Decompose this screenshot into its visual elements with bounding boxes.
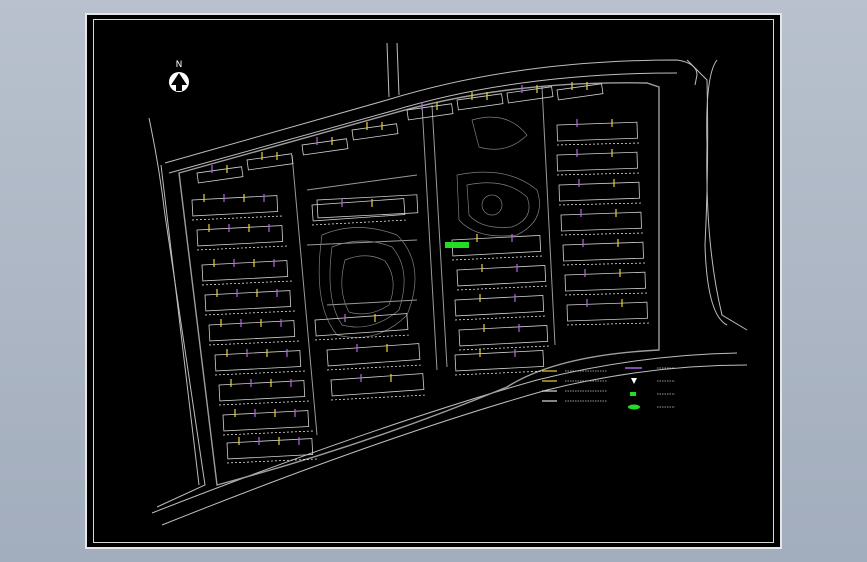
pipe-line	[311, 219, 408, 226]
pipe-line	[326, 364, 423, 371]
pipe-line	[330, 394, 427, 401]
outer-roads	[148, 42, 748, 526]
building-block	[458, 324, 549, 347]
building-block	[314, 313, 409, 337]
pipe-line	[218, 400, 310, 406]
pipe-line	[201, 280, 293, 286]
building-block	[406, 103, 454, 121]
building-block	[214, 350, 302, 372]
drawing-sheet[interactable]: N	[85, 13, 782, 549]
site-boundary	[178, 82, 660, 486]
building-block	[226, 438, 314, 460]
building-block	[456, 264, 547, 287]
building-block	[454, 349, 545, 372]
building-block	[560, 211, 642, 232]
building-block	[208, 320, 296, 342]
building-block	[196, 225, 284, 247]
north-label: N	[176, 60, 183, 70]
pipe-line	[556, 142, 640, 146]
residential-buildings	[191, 83, 648, 460]
legend-symbol	[631, 378, 637, 384]
building-block	[558, 181, 640, 202]
building-block	[556, 83, 604, 101]
pipe-line	[562, 262, 646, 266]
highlight-marker	[445, 242, 469, 248]
site-plan-drawing: N	[148, 42, 748, 526]
building-block	[330, 373, 425, 397]
pipe-line	[451, 255, 543, 261]
building-block	[556, 121, 638, 142]
pipe-line	[226, 458, 318, 464]
building-block	[218, 380, 306, 402]
building-block	[556, 151, 638, 172]
pipe-line	[458, 345, 550, 351]
pipe-annotations	[191, 82, 650, 464]
building-block	[201, 260, 289, 282]
building-block	[564, 271, 646, 292]
pipe-line	[558, 202, 642, 206]
pipe-line	[208, 340, 300, 346]
pipe-line	[566, 322, 650, 326]
pipe-line	[564, 292, 648, 296]
building-block	[301, 138, 349, 156]
pipe-line	[556, 172, 640, 176]
pipe-line	[196, 245, 288, 251]
building-block	[562, 241, 644, 262]
legend-symbol	[628, 404, 640, 410]
pipe-line	[560, 232, 644, 236]
pipe-line	[204, 310, 296, 316]
building-block	[222, 410, 310, 432]
building-block	[246, 153, 294, 171]
building-block	[351, 123, 399, 141]
legend-symbol	[630, 392, 636, 396]
building-block	[326, 343, 421, 367]
pipe-line	[191, 215, 283, 221]
pipe-line	[454, 315, 546, 321]
building-block	[566, 301, 648, 322]
building-block	[196, 166, 244, 184]
building-block	[191, 195, 279, 217]
building-block	[454, 294, 545, 317]
north-arrow-icon: N	[169, 60, 189, 92]
pipe-line	[214, 370, 306, 376]
building-block	[204, 290, 292, 312]
cad-viewport[interactable]: N	[0, 0, 867, 562]
pipe-line	[222, 430, 314, 436]
pipe-line	[456, 285, 548, 291]
